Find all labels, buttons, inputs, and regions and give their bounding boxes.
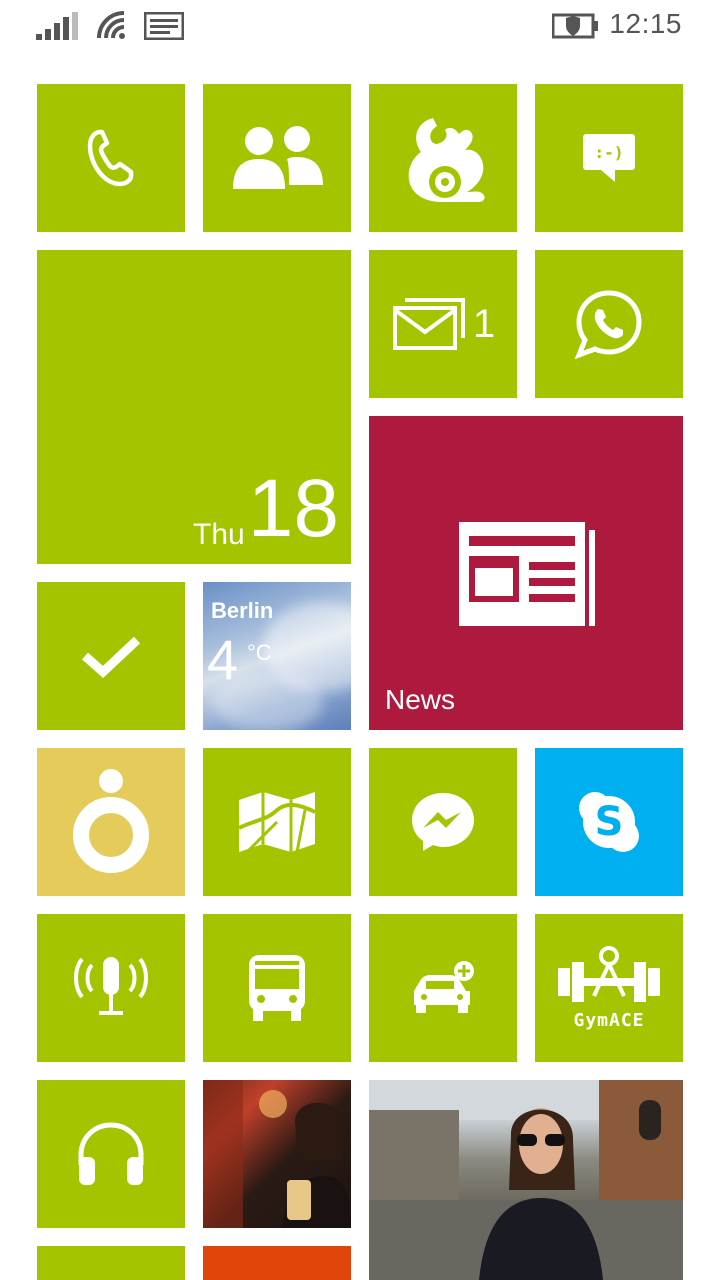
gymace-label: GymACE [573, 1009, 645, 1031]
status-bar: 12:15 [0, 0, 720, 60]
photo-person-image [203, 1080, 351, 1228]
envelope-icon [392, 298, 465, 350]
tile-uc-browser[interactable] [369, 84, 517, 232]
tile-partial-green[interactable] [37, 1246, 185, 1280]
tile-messenger[interactable] [369, 748, 517, 896]
tile-weather[interactable]: Berlin 4 °C [203, 582, 351, 730]
tile-news[interactable]: News [369, 416, 683, 730]
email-count-badge: 1 [472, 302, 496, 346]
tile-messaging[interactable]: :-) [535, 84, 683, 232]
barbell-icon [558, 945, 660, 1002]
tile-people[interactable] [203, 84, 351, 232]
tile-car-app[interactable] [369, 914, 517, 1062]
tile-phone[interactable] [37, 84, 185, 232]
photo-portrait-image [369, 1080, 683, 1280]
phone-icon [87, 129, 134, 187]
tile-music[interactable] [37, 1080, 185, 1228]
calendar-day: Thu [193, 518, 245, 551]
whatsapp-icon [574, 290, 642, 359]
wifi-icon [96, 10, 128, 45]
tile-email[interactable]: 1 [369, 250, 517, 398]
tile-photos-small[interactable] [203, 1080, 351, 1228]
squirrel-icon [408, 118, 485, 202]
tile-skype[interactable]: S [535, 748, 683, 896]
skype-icon: S [579, 792, 639, 852]
weather-temperature: 4 [207, 628, 239, 691]
newspaper-icon [459, 522, 595, 626]
bus-icon [249, 955, 305, 1021]
map-icon [238, 792, 316, 854]
battery-saver-icon [551, 12, 600, 45]
messenger-icon [412, 793, 474, 851]
svg-text::-): :-) [595, 143, 624, 162]
people-icon [233, 126, 323, 189]
car-add-icon [414, 961, 474, 1013]
ring-logo-icon [73, 769, 149, 873]
tile-app-yellow[interactable] [37, 748, 185, 896]
tile-photos-large[interactable] [369, 1080, 683, 1280]
clock: 12:15 [609, 8, 682, 39]
message-bubble-icon: :-) [583, 134, 635, 182]
tile-maps[interactable] [203, 748, 351, 896]
signal-bars-icon [36, 12, 80, 45]
tile-partial-orange[interactable] [203, 1246, 351, 1280]
tile-voice-recorder[interactable] [37, 914, 185, 1062]
calendar-date: 18 [247, 463, 339, 554]
tile-gymace[interactable]: GymACE [535, 914, 683, 1062]
svg-text:S: S [595, 799, 624, 845]
microphone-icon [74, 957, 148, 1015]
tile-calendar[interactable]: Thu 18 [37, 250, 351, 564]
message-notification-icon [143, 11, 185, 45]
weather-city: Berlin [211, 598, 274, 623]
headphones-icon [78, 1122, 144, 1185]
tile-transit[interactable] [203, 914, 351, 1062]
tile-tasks[interactable] [37, 582, 185, 730]
news-label: News [385, 684, 456, 715]
weather-unit: °C [247, 640, 272, 665]
checkmark-icon [82, 636, 141, 678]
tile-whatsapp[interactable] [535, 250, 683, 398]
